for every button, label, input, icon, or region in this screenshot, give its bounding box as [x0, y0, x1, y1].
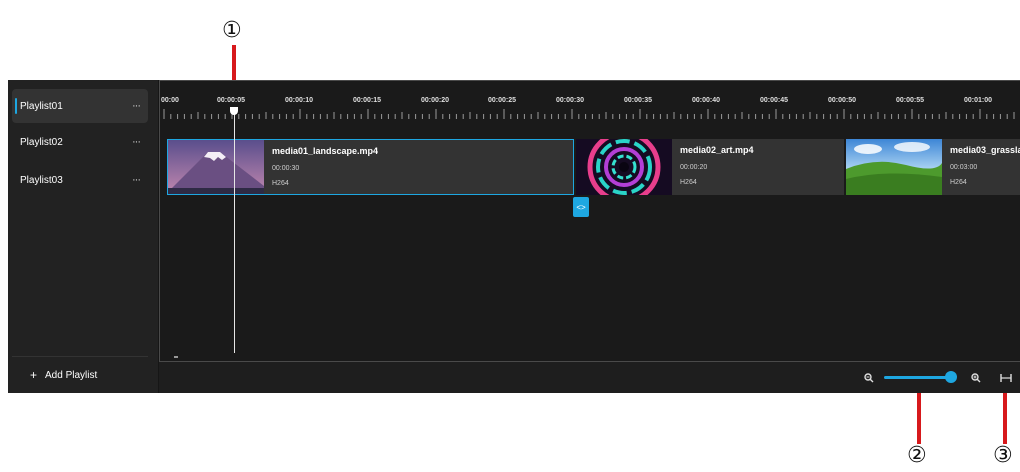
ruler-label: 00:00:25 [488, 97, 517, 104]
ruler-label: 00:00:15 [353, 97, 382, 104]
clip-name: media01_landscape.mp4 [272, 146, 379, 156]
playlist-label: Playlist03 [20, 174, 63, 186]
playlist-sidebar: Playlist01 ··· Playlist02 ··· Playlist03… [8, 80, 160, 393]
ruler-label: 00:00:40 [692, 97, 721, 104]
rings-thumbnail [576, 139, 672, 195]
callout-3: ③ [993, 443, 1013, 468]
fit-to-width-icon[interactable] [1000, 370, 1012, 388]
zoom-slider-track[interactable] [884, 376, 954, 379]
timeline-area[interactable]: 00:00 00:00:05 00:00:10 00:00:15 00:00:2… [159, 80, 1020, 362]
callout-2: ② [907, 443, 927, 468]
plus-icon: + [30, 368, 38, 382]
clip-media01[interactable]: media01_landscape.mp4 00:00:30 H264 [167, 139, 574, 195]
clip-codec: H264 [950, 179, 967, 186]
clip-duration: 00:00:20 [680, 164, 708, 171]
ruler-label: 00:00:30 [556, 97, 585, 104]
ruler-label: 00:01:00 [964, 97, 993, 104]
add-playlist-label: Add Playlist [45, 369, 98, 381]
mountain-thumbnail [168, 140, 264, 194]
clip-codec: H264 [272, 180, 289, 187]
clip-duration: 00:00:30 [272, 165, 300, 172]
timeline-scroll-indicator[interactable] [174, 356, 178, 358]
ruler-label: 00:00:20 [421, 97, 450, 104]
clip-media02[interactable]: media02_art.mp4 00:00:20 H264 [576, 139, 844, 195]
clip-media03[interactable]: media03_grassla 00:03:00 H264 [846, 139, 1020, 195]
add-playlist-button[interactable]: + Add Playlist [30, 368, 97, 382]
playlist-label: Playlist02 [20, 136, 63, 148]
playhead-handle[interactable] [230, 107, 238, 115]
ruler-label: 00:00 [161, 97, 179, 104]
clip-name: media02_art.mp4 [680, 145, 754, 155]
callout-1: ① [222, 18, 242, 43]
zoom-in-icon[interactable] [971, 370, 981, 388]
playlist-label: Playlist01 [20, 100, 63, 112]
ruler-ticks [163, 109, 1015, 119]
ruler-label: 00:00:55 [896, 97, 925, 104]
ruler-label: 00:00:35 [624, 97, 653, 104]
clip-name: media03_grassla [950, 145, 1020, 155]
grassland-thumbnail [846, 139, 942, 195]
zoom-slider-handle[interactable] [945, 371, 957, 383]
ruler-label: 00:00:05 [217, 97, 246, 104]
zoom-out-icon[interactable] [864, 370, 874, 388]
sidebar-divider [12, 356, 148, 357]
ruler-label: 00:00:45 [760, 97, 789, 104]
playhead[interactable] [234, 107, 235, 353]
more-icon[interactable]: ··· [132, 136, 141, 148]
clip-duration: 00:03:00 [950, 164, 978, 171]
clip-codec: H264 [680, 179, 697, 186]
ruler-label: 00:00:50 [828, 97, 857, 104]
ruler-label: 00:00:10 [285, 97, 314, 104]
time-ruler[interactable]: 00:00 00:00:05 00:00:10 00:00:15 00:00:2… [160, 81, 1020, 121]
more-icon[interactable]: ··· [132, 100, 141, 112]
transition-handle[interactable]: <> [573, 197, 589, 217]
playlist-item-playlist03[interactable]: Playlist03 ··· [12, 163, 148, 197]
more-icon[interactable]: ··· [132, 174, 141, 186]
timeline-toolbar [159, 362, 1020, 393]
playlist-editor: Playlist01 ··· Playlist02 ··· Playlist03… [8, 80, 1020, 393]
playlist-item-playlist01[interactable]: Playlist01 ··· [12, 89, 148, 123]
playlist-item-playlist02[interactable]: Playlist02 ··· [12, 125, 148, 159]
